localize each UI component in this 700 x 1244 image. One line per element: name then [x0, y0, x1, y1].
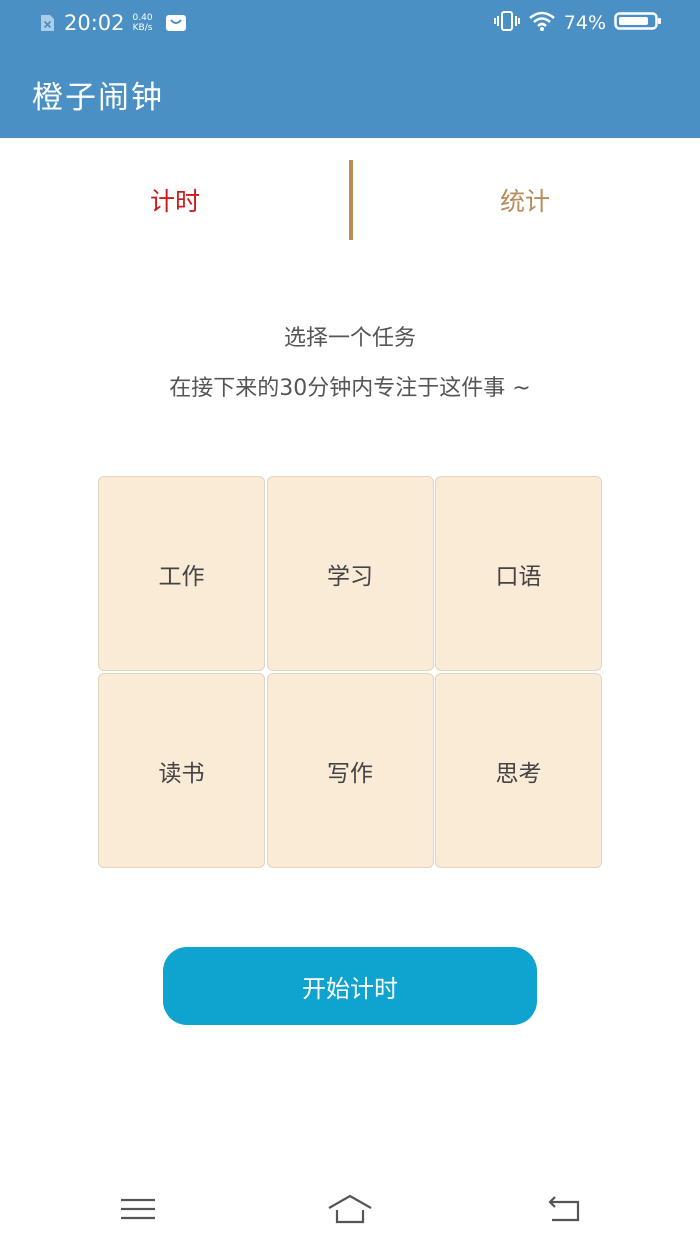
app-title: 橙子闹钟 [32, 80, 164, 116]
tab-statistics[interactable]: 统计 [350, 160, 700, 240]
status-bar-right: 74% [486, 10, 662, 36]
task-reading[interactable]: 读书 [98, 673, 265, 868]
system-nav-bar [0, 1180, 700, 1244]
intro-subtitle: 在接下来的30分钟内专注于这件事 ~ [169, 376, 531, 401]
battery-percent: 74% [563, 12, 606, 34]
task-thinking[interactable]: 思考 [435, 673, 602, 868]
wifi-icon [528, 10, 556, 36]
battery-icon [614, 10, 662, 36]
status-bar-left: 20:02 0.40 KB/s [38, 10, 187, 36]
task-grid: 工作 学习 口语 读书 写作 思考 [98, 476, 602, 869]
menu-icon[interactable] [118, 1192, 158, 1226]
mail-icon [165, 14, 187, 32]
task-work[interactable]: 工作 [98, 476, 265, 671]
status-time: 20:02 [64, 11, 125, 35]
intro-heading: 选择一个任务 [283, 326, 416, 351]
tab-timer[interactable]: 计时 [0, 160, 350, 240]
network-speed: 0.40 KB/s [133, 13, 153, 33]
back-icon[interactable] [544, 1192, 584, 1226]
sim-missing-icon [38, 14, 56, 32]
task-study[interactable]: 学习 [266, 476, 434, 671]
tab-bar: 计时 统计 [0, 160, 700, 240]
network-speed-unit: KB/s [132, 23, 153, 33]
start-timer-button[interactable]: 开始计时 [163, 947, 537, 1025]
app-bar: 橙子闹钟 [0, 46, 700, 138]
vibrate-icon [493, 10, 520, 36]
task-writing[interactable]: 写作 [266, 673, 434, 868]
network-speed-value: 0.40 [132, 13, 153, 23]
task-speaking[interactable]: 口语 [435, 476, 602, 671]
home-icon[interactable] [326, 1192, 374, 1226]
status-bar: 20:02 0.40 KB/s 74% [0, 0, 700, 46]
